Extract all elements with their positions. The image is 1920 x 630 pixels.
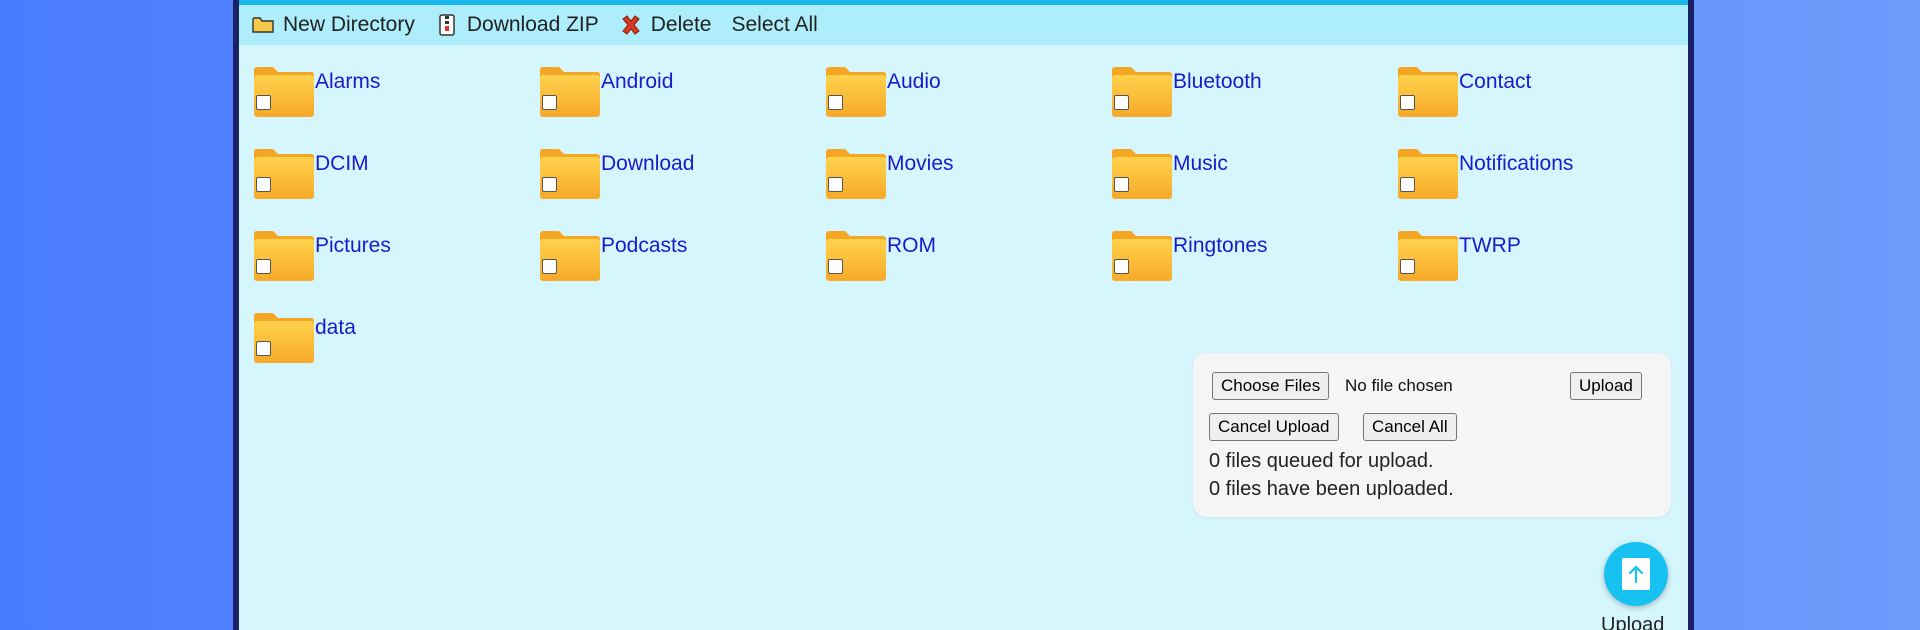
select-all-label: Select All bbox=[731, 13, 818, 36]
folder-name-link[interactable]: Alarms bbox=[315, 70, 380, 94]
no-file-chosen-text: No file chosen bbox=[1345, 376, 1453, 395]
folder-icon[interactable] bbox=[1111, 230, 1173, 282]
folder-checkbox[interactable] bbox=[542, 177, 557, 192]
folder-icon[interactable] bbox=[1397, 148, 1459, 200]
folder-item[interactable]: data bbox=[253, 310, 533, 370]
folder-name-link[interactable]: ROM bbox=[887, 234, 936, 258]
folder-checkbox[interactable] bbox=[828, 259, 843, 274]
folder-name-link[interactable]: Audio bbox=[887, 70, 941, 94]
folder-icon[interactable] bbox=[825, 230, 887, 282]
folder-name-link[interactable]: Download bbox=[601, 152, 694, 176]
folder-icon[interactable] bbox=[539, 230, 601, 282]
cancel-all-button[interactable]: Cancel All bbox=[1363, 413, 1457, 441]
folder-item[interactable]: Movies bbox=[825, 146, 1105, 206]
delete-button[interactable]: Delete bbox=[619, 13, 712, 37]
delete-x-icon bbox=[619, 13, 643, 37]
folder-checkbox[interactable] bbox=[542, 95, 557, 110]
folder-item[interactable]: Contact bbox=[1397, 64, 1677, 124]
upload-fab-button[interactable] bbox=[1604, 542, 1668, 606]
folder-checkbox[interactable] bbox=[256, 95, 271, 110]
folder-item[interactable]: Download bbox=[539, 146, 819, 206]
choose-files-button[interactable]: Choose Files bbox=[1212, 372, 1330, 400]
folder-item[interactable]: Ringtones bbox=[1111, 228, 1391, 288]
select-all-button[interactable]: Select All bbox=[731, 13, 817, 37]
folder-icon[interactable] bbox=[825, 66, 887, 118]
folder-item[interactable]: Pictures bbox=[253, 228, 533, 288]
upload-fab-label: Upload bbox=[1601, 614, 1665, 630]
folder-icon[interactable] bbox=[539, 148, 601, 200]
zip-icon bbox=[435, 13, 459, 37]
folder-name-link[interactable]: Android bbox=[601, 70, 673, 94]
new-directory-label: New Directory bbox=[283, 13, 415, 36]
upload-panel: Choose Files No file chosen Upload Cance… bbox=[1193, 353, 1671, 517]
folder-name-link[interactable]: data bbox=[315, 316, 356, 340]
folder-name-link[interactable]: Contact bbox=[1459, 70, 1531, 94]
cancel-upload-button[interactable]: Cancel Upload bbox=[1209, 413, 1339, 441]
folder-item[interactable]: TWRP bbox=[1397, 228, 1677, 288]
folder-icon[interactable] bbox=[253, 66, 315, 118]
folder-name-link[interactable]: Pictures bbox=[315, 234, 391, 258]
folder-checkbox[interactable] bbox=[828, 95, 843, 110]
upload-button[interactable]: Upload bbox=[1570, 372, 1642, 400]
folder-item[interactable]: ROM bbox=[825, 228, 1105, 288]
folder-item[interactable]: Music bbox=[1111, 146, 1391, 206]
toolbar: New Directory Download ZIP Delete Select… bbox=[239, 5, 1688, 45]
folder-item[interactable]: Audio bbox=[825, 64, 1105, 124]
folder-name-link[interactable]: Bluetooth bbox=[1173, 70, 1262, 94]
folder-item[interactable]: DCIM bbox=[253, 146, 533, 206]
folder-icon[interactable] bbox=[825, 148, 887, 200]
folder-name-link[interactable]: TWRP bbox=[1459, 234, 1521, 258]
folder-icon[interactable] bbox=[1397, 230, 1459, 282]
folder-item[interactable]: Podcasts bbox=[539, 228, 819, 288]
folder-checkbox[interactable] bbox=[1114, 259, 1129, 274]
folder-checkbox[interactable] bbox=[256, 259, 271, 274]
folder-name-link[interactable]: Notifications bbox=[1459, 152, 1573, 176]
uploaded-status-text: 0 files have been uploaded. bbox=[1209, 478, 1454, 500]
folder-icon[interactable] bbox=[1397, 66, 1459, 118]
folder-icon[interactable] bbox=[253, 148, 315, 200]
queued-status-text: 0 files queued for upload. bbox=[1209, 450, 1434, 472]
folder-icon[interactable] bbox=[1111, 66, 1173, 118]
download-zip-button[interactable]: Download ZIP bbox=[435, 13, 599, 37]
folder-icon[interactable] bbox=[539, 66, 601, 118]
folder-item[interactable]: Android bbox=[539, 64, 819, 124]
folder-item[interactable]: Notifications bbox=[1397, 146, 1677, 206]
folder-icon[interactable] bbox=[1111, 148, 1173, 200]
delete-label: Delete bbox=[650, 13, 712, 36]
folder-name-link[interactable]: Ringtones bbox=[1173, 234, 1268, 258]
download-zip-label: Download ZIP bbox=[466, 13, 599, 36]
folder-checkbox[interactable] bbox=[1400, 177, 1415, 192]
new-directory-button[interactable]: New Directory bbox=[251, 13, 415, 37]
folder-checkbox[interactable] bbox=[828, 177, 843, 192]
upload-arrow-icon bbox=[1622, 558, 1650, 590]
folder-checkbox[interactable] bbox=[256, 341, 271, 356]
folder-icon bbox=[251, 13, 275, 37]
folder-name-link[interactable]: Music bbox=[1173, 152, 1228, 176]
folder-name-link[interactable]: Podcasts bbox=[601, 234, 687, 258]
folder-checkbox[interactable] bbox=[1114, 95, 1129, 110]
folder-checkbox[interactable] bbox=[1400, 259, 1415, 274]
folder-checkbox[interactable] bbox=[1400, 95, 1415, 110]
folder-checkbox[interactable] bbox=[256, 177, 271, 192]
file-manager-panel: New Directory Download ZIP Delete Select… bbox=[233, 0, 1694, 630]
folder-icon[interactable] bbox=[253, 230, 315, 282]
folder-checkbox[interactable] bbox=[542, 259, 557, 274]
folder-item[interactable]: Bluetooth bbox=[1111, 64, 1391, 124]
folder-name-link[interactable]: Movies bbox=[887, 152, 954, 176]
folder-icon[interactable] bbox=[253, 312, 315, 364]
folder-name-link[interactable]: DCIM bbox=[315, 152, 369, 176]
folder-checkbox[interactable] bbox=[1114, 177, 1129, 192]
folder-item[interactable]: Alarms bbox=[253, 64, 533, 124]
